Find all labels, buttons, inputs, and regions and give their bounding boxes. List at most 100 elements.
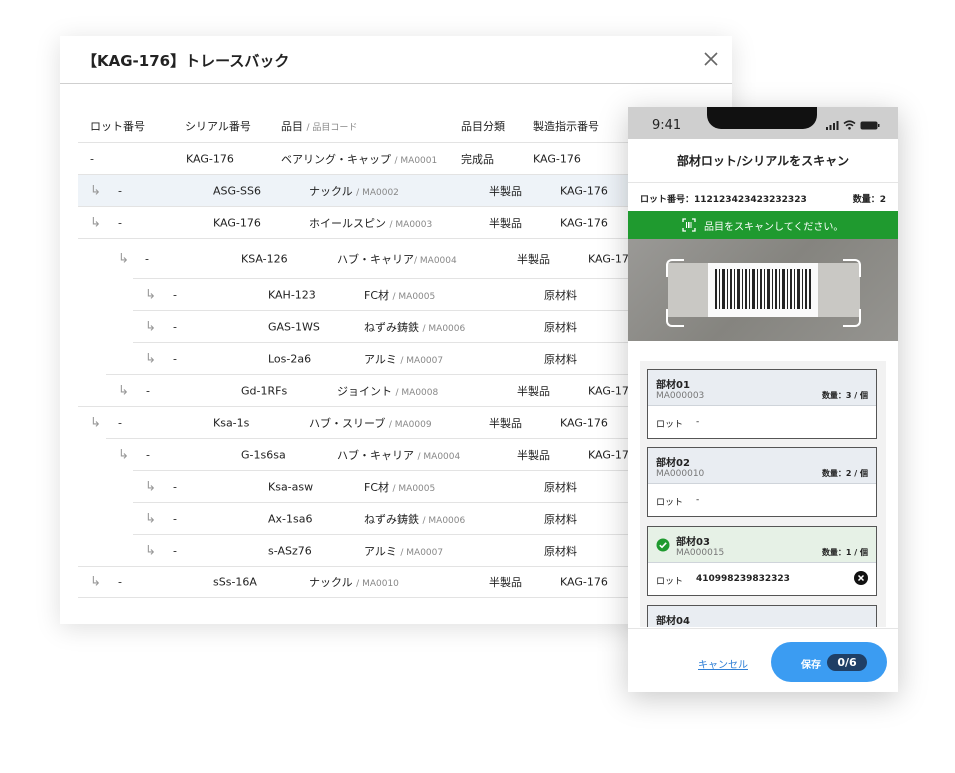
category-cell: 原材料: [544, 320, 577, 334]
barcode-image: [715, 269, 811, 309]
barcode-scan-icon: [682, 218, 696, 232]
lot-cell: -: [173, 288, 177, 301]
item-cell: ベアリング・キャップ / MA0001: [281, 151, 437, 167]
close-icon[interactable]: [702, 50, 720, 68]
item-name: ナックル: [309, 184, 353, 198]
item-code: / MA0006: [422, 515, 466, 526]
child-arrow-icon: ↳: [90, 415, 101, 430]
component-list[interactable]: 部材01 MA000003 数量：3 / 個 ロット - 部材02 MA0000…: [640, 361, 886, 627]
serial-cell: sSs-16A: [213, 575, 257, 589]
item-cell: FC材 / MA0005: [364, 287, 435, 303]
order-cell: KAG-176: [533, 152, 581, 165]
component-name: 部材03: [676, 537, 710, 548]
item-name: FC材: [364, 480, 390, 494]
wifi-icon: [843, 120, 856, 130]
component-card[interactable]: 部材02 MA000010 数量：2 / 個 ロット -: [647, 447, 877, 517]
item-code: / MA0002: [356, 187, 399, 198]
serial-cell: Ksa-asw: [268, 480, 314, 493]
status-bar: 9:41: [628, 107, 898, 139]
item-code: / MA0009: [388, 419, 432, 430]
scan-frame-corner: [666, 309, 684, 327]
child-arrow-icon: ↳: [90, 215, 101, 230]
category-cell: 原材料: [544, 288, 577, 302]
card-lot-row: ロット -: [648, 484, 876, 517]
order-cell: KAG-176: [560, 575, 608, 589]
col-lot: ロット番号: [90, 120, 145, 133]
lot-cell: -: [173, 352, 177, 365]
serial-cell: GAS-1WS: [268, 320, 320, 333]
category-cell: 半製品: [489, 416, 522, 430]
lot-label: ロット: [656, 420, 684, 430]
item-name: ハブ・キャリア: [337, 252, 414, 266]
component-name: 部材01: [656, 380, 690, 391]
category-cell: 半製品: [517, 252, 550, 266]
lot-cell: -: [90, 152, 94, 165]
serial-cell: ASG-SS6: [213, 184, 261, 197]
col-item-label: 品目: [281, 120, 303, 133]
action-footer: キャンセル 保存 0/6: [628, 628, 898, 692]
item-name: ジョイント: [337, 384, 392, 398]
scan-frame-corner: [843, 309, 861, 327]
screen-title: 部材ロット/シリアルをスキャン: [676, 154, 850, 168]
system-icons: [826, 120, 880, 130]
component-code: MA000015: [676, 548, 725, 558]
item-code: / MA0001: [394, 155, 438, 166]
cancel-button[interactable]: キャンセル: [698, 656, 748, 671]
col-order: 製造指示番号: [533, 120, 599, 133]
clear-icon[interactable]: [854, 571, 868, 585]
item-code: / MA0005: [392, 483, 436, 494]
item-name: ねずみ鋳鉄: [364, 320, 419, 334]
child-arrow-icon: ↳: [145, 287, 156, 302]
lot-cell: -: [173, 480, 177, 493]
check-circle-icon: [656, 538, 670, 552]
serial-cell: Los-2a6: [268, 352, 312, 365]
item-cell: ナックル / MA0002: [309, 183, 399, 199]
child-arrow-icon: ↳: [145, 479, 156, 494]
component-card[interactable]: 部材04: [647, 605, 877, 627]
item-code: / MA0004: [417, 451, 461, 462]
serial-cell: G-1s6sa: [241, 448, 286, 461]
item-name: FC材: [364, 288, 390, 302]
lot-cell: -: [118, 184, 122, 197]
serial-cell: Ax-1sa6: [268, 512, 313, 525]
item-code: / MA0005: [392, 291, 436, 302]
mobile-scan-screen: 9:41 部材ロット/シリアルをスキャン ロット番号：1121234234232…: [628, 107, 898, 692]
phone-notch: [707, 107, 817, 129]
item-name: ハブ・キャリア: [337, 448, 414, 462]
category-cell: 半製品: [489, 216, 522, 230]
item-code: / MA0008: [395, 387, 439, 398]
component-card-scanned[interactable]: 部材03 MA000015 数量：1 / 個 ロット 4109982398323…: [647, 526, 877, 596]
item-code: / MA0010: [356, 579, 399, 589]
category-cell: 半製品: [489, 184, 522, 198]
category-cell: 半製品: [517, 448, 550, 462]
item-code: / MA0004: [414, 255, 457, 266]
child-arrow-icon: ↳: [118, 383, 129, 398]
dialog-header: 【KAG-176】トレースバック: [60, 36, 732, 84]
card-lot-row: ロット -: [648, 406, 876, 439]
lot-cell: -: [173, 320, 177, 333]
item-cell: ハブ・キャリア/ MA0004: [337, 251, 457, 267]
banner-text: 品目をスキャンしてください。: [704, 222, 844, 233]
component-card[interactable]: 部材01 MA000003 数量：3 / 個 ロット -: [647, 369, 877, 439]
item-cell: ハブ・キャリア / MA0004: [337, 447, 460, 463]
col-item: 品目 / 品目コード: [281, 118, 357, 134]
item-cell: ねずみ鋳鉄 / MA0006: [364, 511, 465, 527]
item-cell: アルミ / MA0007: [364, 543, 443, 559]
item-cell: ホイールスピン / MA0003: [309, 215, 432, 231]
save-button[interactable]: 保存 0/6: [771, 642, 887, 682]
phone-header: 部材ロット/シリアルをスキャン: [628, 139, 898, 183]
col-category: 品目分類: [461, 120, 505, 133]
child-arrow-icon: ↳: [145, 511, 156, 526]
item-name: ホイールスピン: [309, 216, 386, 230]
item-cell: FC材 / MA0005: [364, 479, 435, 495]
item-name: アルミ: [364, 544, 397, 558]
item-name: ハブ・スリーブ: [309, 416, 386, 430]
serial-cell: KAG-176: [213, 216, 261, 229]
item-code: / MA0007: [400, 355, 444, 366]
lot-quantity: 数量：2: [852, 195, 886, 205]
battery-icon: [860, 121, 880, 129]
item-cell: アルミ / MA0007: [364, 351, 443, 367]
save-count-badge: 0/6: [827, 654, 867, 671]
lot-cell: -: [118, 416, 122, 429]
card-header: 部材02 MA000010 数量：2 / 個: [648, 448, 876, 484]
